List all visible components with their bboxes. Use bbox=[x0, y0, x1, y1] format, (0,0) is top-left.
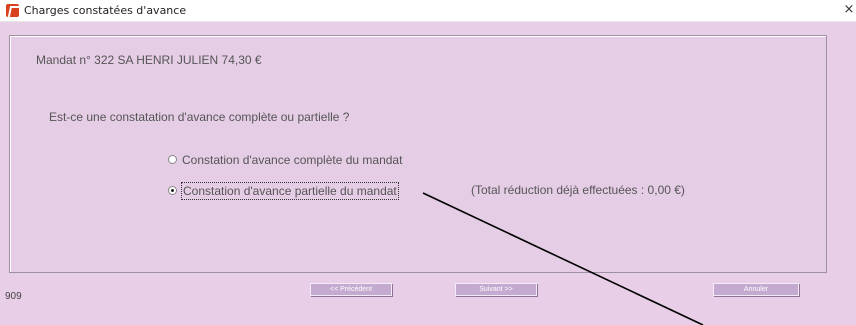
previous-button[interactable]: << Précédent bbox=[310, 283, 392, 296]
app-logo-icon bbox=[6, 4, 19, 17]
question-text: Est-ce une constatation d'avance complèt… bbox=[49, 110, 350, 124]
status-code: 909 bbox=[5, 291, 22, 302]
cancel-button[interactable]: Annuler bbox=[713, 283, 799, 296]
content-panel bbox=[9, 35, 827, 273]
radio-complete-label[interactable]: Constation d'avance complète du mandat bbox=[182, 153, 402, 167]
radio-partielle-label[interactable]: Constation d'avance partielle du mandat bbox=[181, 182, 399, 200]
window-title: Charges constatées d'avance bbox=[24, 4, 187, 17]
radio-partielle[interactable] bbox=[168, 186, 177, 195]
close-icon[interactable]: × bbox=[842, 2, 856, 18]
mandat-info: Mandat n° 322 SA HENRI JULIEN 74,30 € bbox=[36, 53, 262, 67]
next-button[interactable]: Suivant >> bbox=[455, 283, 537, 296]
title-bar: Charges constatées d'avance × bbox=[0, 0, 856, 22]
total-reduction-note: (Total réduction déjà effectuées : 0,00 … bbox=[471, 183, 685, 197]
radio-complete[interactable] bbox=[168, 155, 177, 164]
dialog-body bbox=[0, 22, 856, 325]
